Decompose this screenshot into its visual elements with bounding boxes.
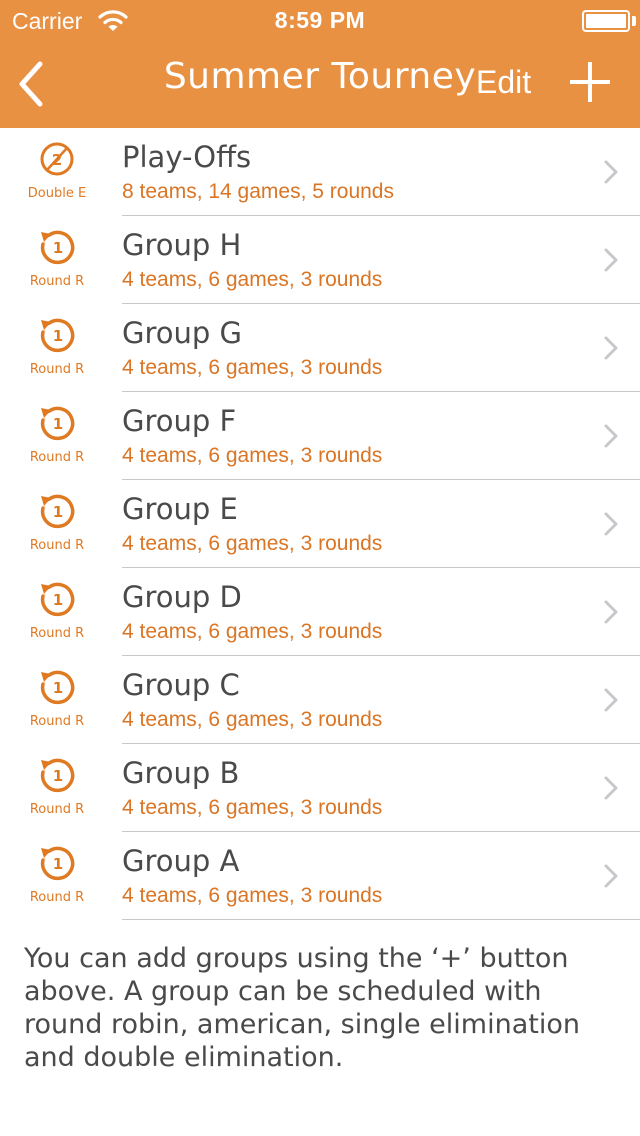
round-robin-icon: 1 [40,230,75,265]
battery-tip [632,16,636,26]
group-summary: 4 teams, 6 games, 3 rounds [122,268,383,291]
group-row[interactable]: 1 Round R Group E 4 teams, 6 games, 3 round… [0,480,640,568]
svg-text:2: 2 [52,151,62,169]
chevron-right-icon [604,864,618,888]
chevron-right-icon [604,248,618,272]
format-badge: 1 Round R [0,744,114,832]
add-group-button[interactable] [570,62,610,102]
chevron-right-icon [604,424,618,448]
format-label: Round R [29,450,85,465]
format-badge: 2 Double E [0,128,114,216]
round-robin-icon: 1 [40,318,75,353]
format-badge: 1 Round R [0,832,114,920]
status-bar: Carrier 8:59 PM [0,0,640,40]
group-summary: 4 teams, 6 games, 3 rounds [122,708,383,731]
chevron-right-icon [604,776,618,800]
help-text: You can add groups using the ‘+’ button … [24,943,580,1073]
svg-text:1: 1 [53,591,63,609]
group-list: 2 Double E Play-Offs 8 teams, 14 games, 5 r… [0,128,640,920]
format-badge: 1 Round R [0,656,114,744]
group-summary: 4 teams, 6 games, 3 rounds [122,356,383,379]
format-label: Round R [29,626,85,641]
round-robin-icon: 1 [40,758,75,793]
format-badge: 1 Round R [0,568,114,656]
format-label: Round R [29,274,85,289]
format-label: Round R [29,890,85,905]
group-row[interactable]: 2 Double E Play-Offs 8 teams, 14 games, 5 r… [0,128,640,216]
format-label: Double E [27,186,87,201]
group-row[interactable]: 1 Round R Group F 4 teams, 6 games, 3 round… [0,392,640,480]
row-separator [122,919,640,920]
chevron-right-icon [604,160,618,184]
group-title: Group A [122,844,240,878]
format-badge: 1 Round R [0,480,114,568]
group-title: Group G [122,316,242,350]
format-label: Round R [29,538,85,553]
double-elimination-icon: 2 [40,142,74,176]
group-summary: 4 teams, 6 games, 3 rounds [122,444,383,467]
round-robin-icon: 1 [40,670,75,705]
round-robin-icon: 1 [40,846,75,881]
svg-text:1: 1 [53,503,63,521]
chevron-right-icon [604,600,618,624]
chevron-right-icon [604,512,618,536]
group-title: Group E [122,492,238,526]
group-summary: 8 teams, 14 games, 5 rounds [122,180,394,203]
svg-text:1: 1 [53,415,63,433]
format-badge: 1 Round R [0,216,114,304]
round-robin-icon: 1 [40,494,75,529]
group-row[interactable]: 1 Round R Group C 4 teams, 6 games, 3 round… [0,656,640,744]
chevron-right-icon [604,688,618,712]
svg-text:1: 1 [53,855,63,873]
chevron-right-icon [604,336,618,360]
group-summary: 4 teams, 6 games, 3 rounds [122,796,383,819]
round-robin-icon: 1 [40,406,75,441]
format-label: Round R [29,362,85,377]
group-summary: 4 teams, 6 games, 3 rounds [122,620,383,643]
format-label: Round R [29,714,85,729]
group-summary: 4 teams, 6 games, 3 rounds [122,884,383,907]
round-robin-icon: 1 [40,582,75,617]
format-badge: 1 Round R [0,304,114,392]
format-badge: 1 Round R [0,392,114,480]
group-title: Group F [122,404,237,438]
group-title: Play-Offs [122,140,252,174]
status-time: 8:59 PM [274,7,366,33]
svg-text:1: 1 [53,239,63,257]
svg-text:1: 1 [53,679,63,697]
group-title: Group B [122,756,240,790]
group-title: Group C [122,668,240,702]
group-row[interactable]: 1 Round R Group G 4 teams, 6 games, 3 round… [0,304,640,392]
group-title: Group D [122,580,242,614]
group-row[interactable]: 1 Round R Group B 4 teams, 6 games, 3 round… [0,744,640,832]
format-label: Round R [29,802,85,817]
group-summary: 4 teams, 6 games, 3 rounds [122,532,383,555]
navigation-bar: Carrier 8:59 PM Summer Tourney Edit [0,0,640,128]
svg-text:1: 1 [53,327,63,345]
edit-button[interactable]: Edit [476,64,531,101]
page-title: Summer Tourney [163,56,477,97]
svg-text:1: 1 [53,767,63,785]
battery-icon [582,10,630,32]
group-title: Group H [122,228,242,262]
group-row[interactable]: 1 Round R Group A 4 teams, 6 games, 3 round… [0,832,640,920]
group-row[interactable]: 1 Round R Group H 4 teams, 6 games, 3 round… [0,216,640,304]
group-row[interactable]: 1 Round R Group D 4 teams, 6 games, 3 round… [0,568,640,656]
